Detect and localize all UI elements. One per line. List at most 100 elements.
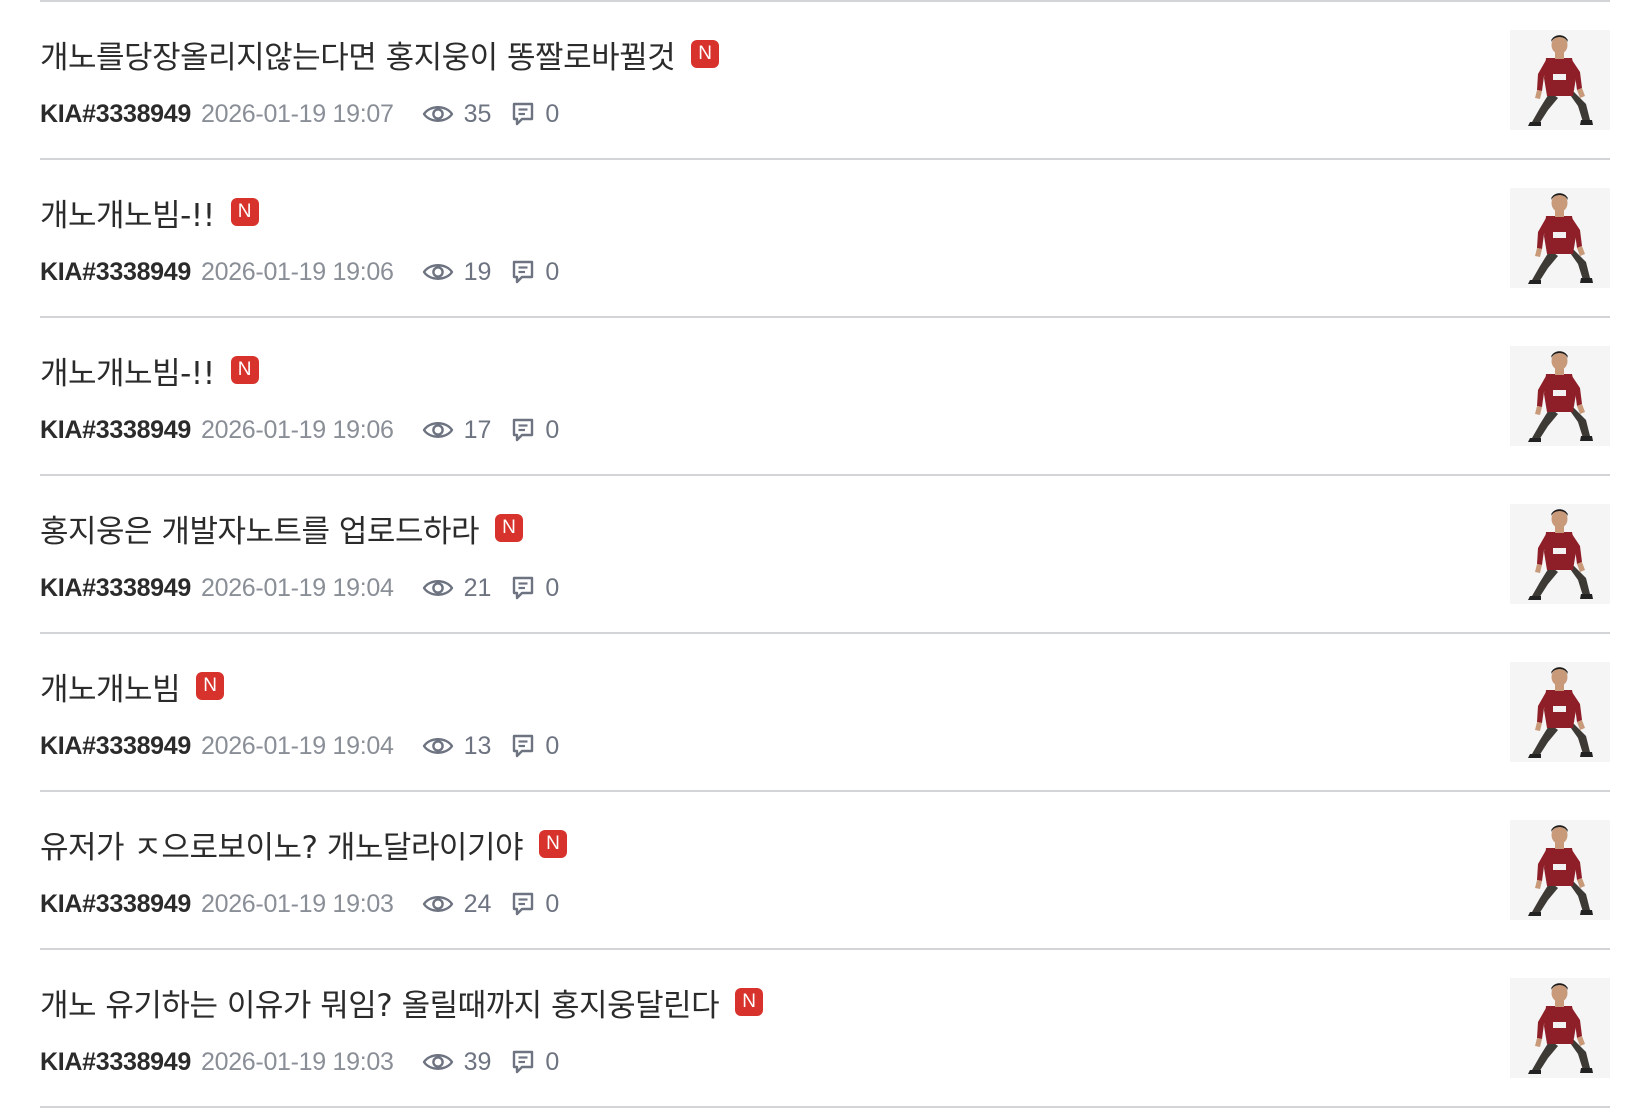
new-badge: N [495, 514, 524, 542]
comment-count: 0 [511, 100, 559, 129]
post-datetime: 2026-01-19 19:03 [201, 1047, 394, 1076]
view-count-value: 21 [463, 573, 492, 602]
new-badge: N [538, 830, 567, 858]
comment-count: 0 [511, 258, 559, 287]
post-meta: KIA#3338949 2026-01-19 19:04 21 0 [40, 571, 559, 605]
comment-icon [511, 417, 535, 443]
author-name[interactable]: KIA#3338949 [40, 890, 191, 919]
comment-icon [511, 259, 535, 285]
eye-icon [422, 103, 454, 125]
post-meta: KIA#3338949 2026-01-19 19:04 13 0 [40, 729, 559, 763]
comment-count: 0 [511, 1048, 559, 1077]
author-name[interactable]: KIA#3338949 [40, 574, 191, 603]
post-thumbnail[interactable] [1510, 30, 1610, 130]
post-meta: KIA#3338949 2026-01-19 19:03 39 0 [40, 1045, 559, 1079]
comment-count-value: 0 [545, 731, 560, 760]
comment-count-value: 0 [545, 1047, 560, 1076]
dancing-person-image [1528, 983, 1593, 1074]
post-title-row[interactable]: 개노개노빔 N [40, 664, 225, 709]
list-item[interactable]: 개노개노빔-!! N KIA#3338949 2026-01-19 19:06 … [40, 160, 1610, 318]
new-badge: N [230, 198, 259, 226]
post-datetime: 2026-01-19 19:06 [201, 415, 394, 444]
view-count-value: 39 [463, 1047, 492, 1076]
post-title[interactable]: 개노 유기하는 이유가 뭐임? 올릴때까지 홍지웅달린다 [40, 980, 720, 1025]
post-datetime: 2026-01-19 19:07 [201, 99, 394, 128]
post-title-row[interactable]: 홍지웅은 개발자노트를 업로드하라 N [40, 506, 524, 551]
list-item[interactable]: 개노 유기하는 이유가 뭐임? 올릴때까지 홍지웅달린다 N KIA#33389… [40, 950, 1610, 1108]
author-name[interactable]: KIA#3338949 [40, 416, 191, 445]
view-count: 39 [422, 1047, 492, 1077]
post-title[interactable]: 개노개노빔 [40, 664, 181, 709]
post-title-row[interactable]: 유저가 ㅈ으로보이노? 개노달라이기야 N [40, 822, 567, 866]
eye-icon [422, 735, 454, 757]
dancing-person-image [1528, 35, 1593, 126]
list-item[interactable]: 개노개노빔-!! N KIA#3338949 2026-01-19 19:06 … [40, 318, 1610, 476]
post-title-row[interactable]: 개노개노빔-!! N [40, 348, 259, 392]
comment-icon [511, 891, 535, 917]
comment-icon [511, 733, 535, 759]
view-count: 24 [422, 889, 492, 919]
view-count-value: 19 [463, 257, 492, 286]
comment-count: 0 [511, 574, 559, 603]
new-badge: N [735, 988, 764, 1016]
list-item[interactable]: 개노개노빔 N KIA#3338949 2026-01-19 19:04 13 [40, 634, 1610, 792]
post-thumbnail[interactable] [1510, 504, 1610, 604]
eye-icon [422, 261, 454, 283]
view-count-value: 35 [463, 99, 492, 128]
post-title[interactable]: 홍지웅은 개발자노트를 업로드하라 [40, 506, 480, 551]
comment-count-value: 0 [545, 257, 560, 286]
dancing-person-image [1528, 193, 1593, 284]
author-name[interactable]: KIA#3338949 [40, 1048, 191, 1077]
comment-count-value: 0 [545, 573, 560, 602]
view-count: 21 [422, 573, 492, 603]
comment-count-value: 0 [545, 889, 560, 918]
post-thumbnail[interactable] [1510, 346, 1610, 446]
comment-count: 0 [511, 732, 559, 761]
author-name[interactable]: KIA#3338949 [40, 100, 191, 129]
comment-icon [511, 575, 535, 601]
post-list: 개노를당장올리지않는다면 홍지웅이 똥짤로바뀔것 N KIA#3338949 2… [40, 0, 1610, 1108]
comment-count-value: 0 [545, 99, 560, 128]
comment-count: 0 [511, 416, 559, 445]
view-count: 19 [422, 257, 492, 287]
view-count: 13 [422, 731, 492, 761]
post-thumbnail[interactable] [1510, 662, 1610, 762]
eye-icon [422, 577, 454, 599]
author-name[interactable]: KIA#3338949 [40, 258, 191, 287]
post-title-row[interactable]: 개노를당장올리지않는다면 홍지웅이 똥짤로바뀔것 N [40, 32, 720, 77]
post-title[interactable]: 개노를당장올리지않는다면 홍지웅이 똥짤로바뀔것 [40, 32, 676, 77]
comment-icon [511, 1049, 535, 1075]
view-count-value: 13 [463, 731, 492, 760]
eye-icon [422, 893, 454, 915]
eye-icon [422, 1051, 454, 1073]
list-item[interactable]: 개노를당장올리지않는다면 홍지웅이 똥짤로바뀔것 N KIA#3338949 2… [40, 2, 1610, 160]
view-count-value: 24 [463, 889, 492, 918]
dancing-person-image [1528, 509, 1593, 600]
dancing-person-image [1528, 351, 1593, 442]
list-item[interactable]: 홍지웅은 개발자노트를 업로드하라 N KIA#3338949 2026-01-… [40, 476, 1610, 634]
post-thumbnail[interactable] [1510, 188, 1610, 288]
view-count-value: 17 [463, 415, 492, 444]
new-badge: N [691, 40, 720, 68]
comment-count: 0 [511, 890, 559, 919]
dancing-person-image [1528, 825, 1593, 916]
post-title[interactable]: 유저가 ㅈ으로보이노? 개노달라이기야 [40, 822, 523, 867]
post-title[interactable]: 개노개노빔-!! [40, 348, 215, 393]
new-badge: N [230, 356, 259, 384]
new-badge: N [196, 672, 225, 700]
post-meta: KIA#3338949 2026-01-19 19:03 24 0 [40, 887, 559, 921]
view-count: 17 [422, 415, 492, 445]
post-meta: KIA#3338949 2026-01-19 19:06 17 0 [40, 413, 559, 447]
comment-count-value: 0 [545, 415, 560, 444]
post-meta: KIA#3338949 2026-01-19 19:07 35 0 [40, 97, 559, 131]
post-thumbnail[interactable] [1510, 820, 1610, 920]
author-name[interactable]: KIA#3338949 [40, 732, 191, 761]
view-count: 35 [422, 99, 492, 129]
post-title-row[interactable]: 개노 유기하는 이유가 뭐임? 올릴때까지 홍지웅달린다 N [40, 980, 764, 1025]
post-title-row[interactable]: 개노개노빔-!! N [40, 190, 259, 234]
post-title[interactable]: 개노개노빔-!! [40, 190, 215, 235]
post-thumbnail[interactable] [1510, 978, 1610, 1078]
comment-icon [511, 101, 535, 127]
list-item[interactable]: 유저가 ㅈ으로보이노? 개노달라이기야 N KIA#3338949 2026-0… [40, 792, 1610, 950]
post-datetime: 2026-01-19 19:03 [201, 889, 394, 918]
